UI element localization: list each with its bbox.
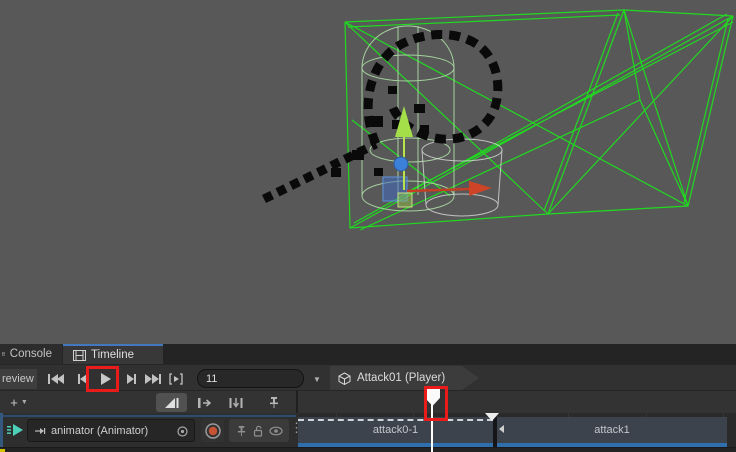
tab-console[interactable]: Console	[0, 344, 62, 364]
replace-mode-button[interactable]	[221, 393, 251, 412]
chevron-down-icon: ▼	[313, 375, 321, 384]
track-binding-label: animator (Animator)	[51, 425, 148, 437]
track-area: animator (Animator) ⋮ attack0-1 atta	[0, 413, 736, 447]
frame-field[interactable]	[197, 369, 304, 388]
goto-start-button[interactable]	[44, 369, 67, 389]
console-icon	[2, 349, 5, 359]
clip-ease-in-icon	[499, 425, 504, 433]
marker-toggle-button[interactable]	[258, 393, 289, 412]
track-binding-field[interactable]: animator (Animator)	[27, 419, 195, 442]
tab-timeline-label: Timeline	[91, 349, 134, 361]
replace-mode-icon	[228, 397, 244, 409]
record-button[interactable]	[201, 419, 224, 442]
clip-loop-dash	[298, 419, 493, 421]
track-selection-strip	[0, 413, 3, 447]
clip-blend-marker-icon[interactable]	[485, 413, 499, 421]
plus-icon: +	[10, 395, 18, 410]
track-options-group	[229, 419, 289, 442]
animator-arrow-icon	[34, 426, 46, 436]
film-icon	[73, 350, 86, 361]
goto-end-button[interactable]	[141, 369, 164, 389]
track-top-border	[3, 415, 296, 417]
clip-label: attack0-1	[373, 424, 418, 436]
target-icon[interactable]	[176, 425, 189, 438]
preview-toggle[interactable]: review	[0, 369, 37, 389]
frame-field-dropdown[interactable]: ▼	[308, 369, 326, 389]
mix-mode-icon	[164, 397, 180, 409]
bottom-strip	[0, 447, 736, 452]
tab-timeline[interactable]: Timeline	[63, 344, 163, 364]
goto-end-icon	[144, 372, 162, 386]
clip-attack1[interactable]: attack1	[497, 417, 727, 447]
add-track-button[interactable]: + ▼	[4, 393, 34, 412]
breadcrumb-label: Attack01 (Player)	[357, 372, 445, 384]
next-frame-icon	[125, 372, 139, 386]
ripple-mode-icon	[196, 397, 212, 409]
play-range-button[interactable]	[164, 369, 187, 389]
pin-icon[interactable]	[236, 425, 247, 437]
highlight-playhead	[424, 386, 448, 421]
cube-icon	[338, 372, 351, 385]
clip-label: attack1	[594, 424, 629, 436]
unity-editor-window: Console Timeline review ▼ Att	[0, 0, 736, 452]
track-type-icon	[7, 423, 24, 437]
chevron-down-icon: ▼	[21, 399, 28, 406]
play-range-icon	[168, 372, 184, 386]
eye-icon[interactable]	[269, 426, 283, 436]
clip-attack0-1[interactable]: attack0-1	[298, 417, 493, 447]
timeline-options-row: + ▼ 5 10 15 20 25 30	[0, 390, 736, 413]
track-clip-lane: attack0-1 attack1	[298, 413, 736, 447]
pin-icon	[268, 396, 280, 409]
motion-trail	[264, 34, 498, 199]
ripple-mode-button[interactable]	[190, 393, 218, 412]
highlight-play-button	[86, 366, 119, 392]
mix-mode-button[interactable]	[156, 393, 187, 412]
goto-start-icon	[47, 372, 65, 386]
scene-view[interactable]	[0, 0, 736, 345]
tab-console-label: Console	[10, 348, 52, 360]
record-icon	[203, 421, 223, 441]
gizmo-arrow-x[interactable]	[407, 181, 492, 196]
breadcrumb[interactable]: Attack01 (Player)	[330, 366, 480, 390]
lock-open-icon[interactable]	[252, 425, 264, 437]
gizmo-center-handle[interactable]	[394, 157, 408, 171]
panel-tab-bar: Console Timeline	[0, 344, 736, 364]
next-frame-button[interactable]	[120, 369, 143, 389]
